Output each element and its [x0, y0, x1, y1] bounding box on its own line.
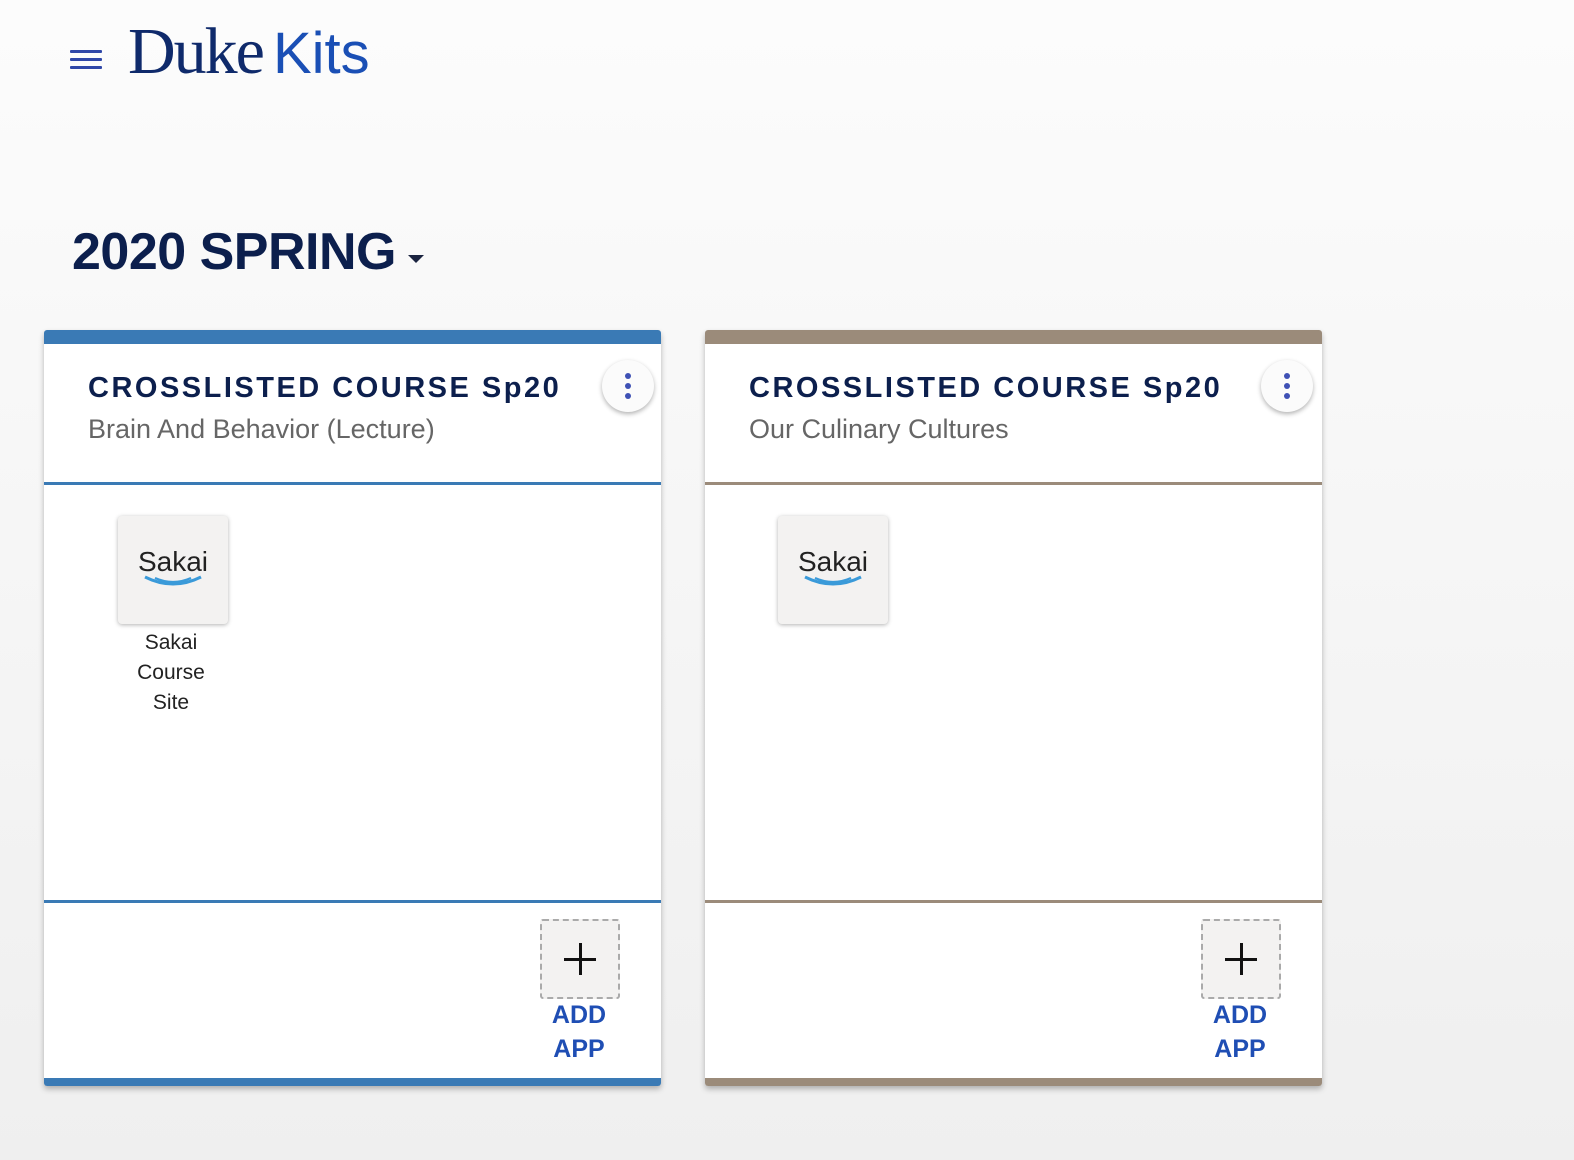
- app-label-line: Course: [137, 661, 205, 684]
- card-subtitle: Our Culinary Cultures: [749, 414, 1009, 444]
- card-divider: [705, 482, 1322, 485]
- course-card: CROSSLISTED COURSE Sp20 Our Culinary Cul…: [705, 330, 1322, 1086]
- card-divider: [44, 482, 661, 485]
- more-options-icon[interactable]: [1261, 360, 1313, 412]
- app-header: Duke Kits: [0, 0, 1574, 110]
- sakai-app-tile[interactable]: Sakai: [118, 516, 228, 624]
- card-bottom-band: [705, 1078, 1322, 1086]
- term-selector[interactable]: 2020 SPRING: [72, 222, 424, 286]
- add-app-label-line: ADD: [551, 1001, 607, 1029]
- card-divider: [44, 900, 661, 903]
- add-app-label-line: ADD: [1212, 1001, 1268, 1029]
- hamburger-menu-icon[interactable]: [66, 44, 106, 78]
- more-options-icon[interactable]: [602, 360, 654, 412]
- card-top-band: [44, 330, 661, 344]
- add-app-link[interactable]: ADD APP: [538, 998, 620, 1066]
- add-app-label-line: APP: [553, 1035, 605, 1063]
- term-label: 2020 SPRING: [72, 223, 397, 281]
- logo-duke-text: Duke: [128, 15, 265, 88]
- duke-kits-logo[interactable]: Duke Kits: [128, 14, 370, 94]
- card-title: CROSSLISTED COURSE Sp20: [749, 372, 1223, 404]
- logo-kits-text: Kits: [272, 21, 370, 86]
- app-label-line: Site: [152, 691, 190, 714]
- app-label[interactable]: Sakai Course Site: [100, 628, 242, 718]
- sakai-wave-icon: [804, 575, 862, 586]
- sakai-wave-icon: [144, 575, 202, 586]
- course-card: CROSSLISTED COURSE Sp20 Brain And Behavi…: [44, 330, 661, 1086]
- app-label-line: Sakai: [144, 631, 198, 654]
- card-title: CROSSLISTED COURSE Sp20: [88, 372, 562, 404]
- card-divider: [705, 900, 1322, 903]
- add-app-label-line: APP: [1214, 1035, 1266, 1063]
- card-subtitle: Brain And Behavior (Lecture): [88, 414, 435, 444]
- card-bottom-band: [44, 1078, 661, 1086]
- add-app-button[interactable]: [1201, 919, 1281, 999]
- add-app-link[interactable]: ADD APP: [1199, 998, 1281, 1066]
- card-top-band: [705, 330, 1322, 344]
- sakai-app-tile[interactable]: Sakai: [778, 516, 888, 624]
- caret-down-icon: [408, 254, 424, 263]
- add-app-button[interactable]: [540, 919, 620, 999]
